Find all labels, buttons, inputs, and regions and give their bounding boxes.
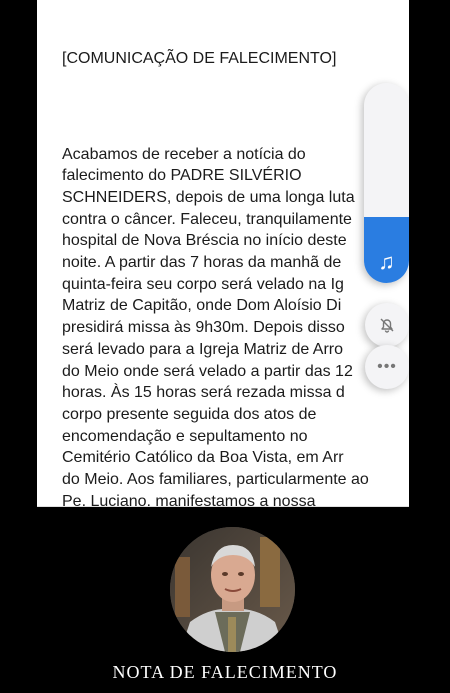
volume-slider[interactable]: ♫ bbox=[364, 83, 409, 283]
more-dots-icon: ••• bbox=[377, 358, 397, 375]
more-options-button[interactable]: ••• bbox=[365, 345, 409, 389]
post-heading: [COMUNICAÇÃO DE FALECIMENTO] bbox=[62, 50, 337, 68]
post-text: [COMUNICAÇÃO DE FALECIMENTO] Acabamos de… bbox=[62, 5, 409, 507]
mute-button[interactable] bbox=[365, 303, 409, 347]
bell-off-icon bbox=[380, 318, 394, 333]
priest-portrait-photo bbox=[170, 527, 295, 652]
priest-portrait-image bbox=[170, 527, 295, 652]
music-note-icon[interactable]: ♫ bbox=[364, 247, 409, 277]
post-card: [COMUNICAÇÃO DE FALECIMENTO] Acabamos de… bbox=[37, 0, 409, 507]
post-body: Acabamos de receber a notícia do falecim… bbox=[62, 145, 369, 507]
obituary-caption: NOTA DE FALECIMENTO bbox=[112, 662, 338, 682]
